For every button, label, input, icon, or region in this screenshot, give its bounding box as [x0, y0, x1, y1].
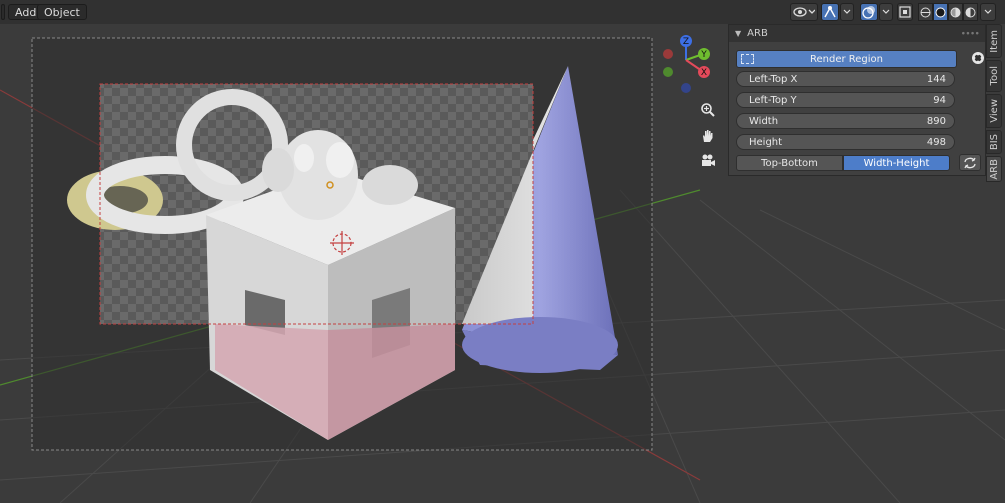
left-top-y-field[interactable]: Left-Top Y 94: [736, 92, 955, 108]
tab-arb[interactable]: ARB: [986, 156, 1002, 182]
option-label: Width-Height: [863, 157, 930, 169]
field-value: 498: [926, 136, 946, 148]
field-label: Width: [749, 115, 779, 127]
field-value: 144: [926, 73, 946, 85]
wireframe-shading-icon[interactable]: [918, 3, 933, 21]
xray-icon[interactable]: [897, 3, 913, 21]
render-icon[interactable]: [970, 50, 986, 66]
camera-icon[interactable]: [698, 151, 718, 171]
height-field[interactable]: Height 498: [736, 134, 955, 150]
material-shading-icon[interactable]: [948, 3, 963, 21]
collapse-triangle-icon[interactable]: ▼: [735, 29, 741, 38]
top-bottom-option[interactable]: Top-Bottom: [736, 155, 843, 171]
field-label: Height: [749, 136, 783, 148]
gizmo-x-label: X: [701, 68, 707, 78]
field-value: 890: [926, 115, 946, 127]
chevron-down-icon[interactable]: [840, 3, 854, 21]
tab-view[interactable]: View: [986, 94, 1002, 128]
render-region-label: Render Region: [809, 53, 883, 65]
panel-title: ARB: [747, 28, 768, 39]
chevron-down-icon[interactable]: [879, 3, 893, 21]
header-edge: [1, 4, 5, 20]
gizmo-neg-y-icon[interactable]: [663, 67, 673, 77]
width-field[interactable]: Width 890: [736, 113, 955, 129]
eye-icon[interactable]: [790, 3, 818, 21]
menu-object[interactable]: Object: [37, 4, 87, 20]
tab-item[interactable]: Item: [986, 24, 1002, 58]
navigation-gizmo[interactable]: Z Y X: [658, 32, 714, 96]
region-select-icon: [741, 54, 754, 64]
width-height-option[interactable]: Width-Height: [843, 155, 950, 171]
gizmo-neg-z-icon[interactable]: [681, 83, 691, 93]
gizmo-icon[interactable]: [821, 3, 839, 21]
arb-panel: ▼ ARB ∙∙∙∙ Render Region Left-Top X 144 …: [728, 24, 986, 176]
gizmo-y-label: Y: [700, 50, 707, 60]
drag-grip-icon[interactable]: ∙∙∙∙: [960, 29, 980, 39]
field-label: Left-Top X: [749, 73, 798, 85]
zoom-icon[interactable]: [698, 100, 718, 120]
panel-header[interactable]: ▼ ARB ∙∙∙∙: [729, 25, 985, 42]
hand-icon[interactable]: [698, 126, 718, 146]
render-region-button[interactable]: Render Region: [736, 50, 957, 68]
tab-label: View: [988, 99, 1000, 123]
gizmo-z-label: Z: [683, 37, 689, 47]
gizmo-neg-x-icon[interactable]: [663, 49, 673, 59]
tab-bis[interactable]: BIS: [986, 130, 1002, 154]
tab-label: BIS: [988, 133, 1000, 151]
render-region-row: Render Region: [736, 50, 984, 68]
swap-button[interactable]: [959, 154, 981, 171]
tab-label: Tool: [988, 66, 1000, 86]
tab-tool[interactable]: Tool: [986, 60, 1002, 92]
option-label: Top-Bottom: [761, 157, 818, 169]
overlay-icon[interactable]: [860, 3, 878, 21]
tab-label: ARB: [988, 158, 1000, 180]
tab-label: Item: [988, 29, 1000, 53]
rendered-shading-icon[interactable]: [963, 3, 978, 21]
refresh-icon: [964, 157, 976, 168]
left-top-x-field[interactable]: Left-Top X 144: [736, 71, 955, 87]
field-value: 94: [933, 94, 946, 106]
chevron-down-icon[interactable]: [980, 3, 996, 21]
solid-shading-icon[interactable]: [933, 3, 948, 21]
field-label: Left-Top Y: [749, 94, 797, 106]
